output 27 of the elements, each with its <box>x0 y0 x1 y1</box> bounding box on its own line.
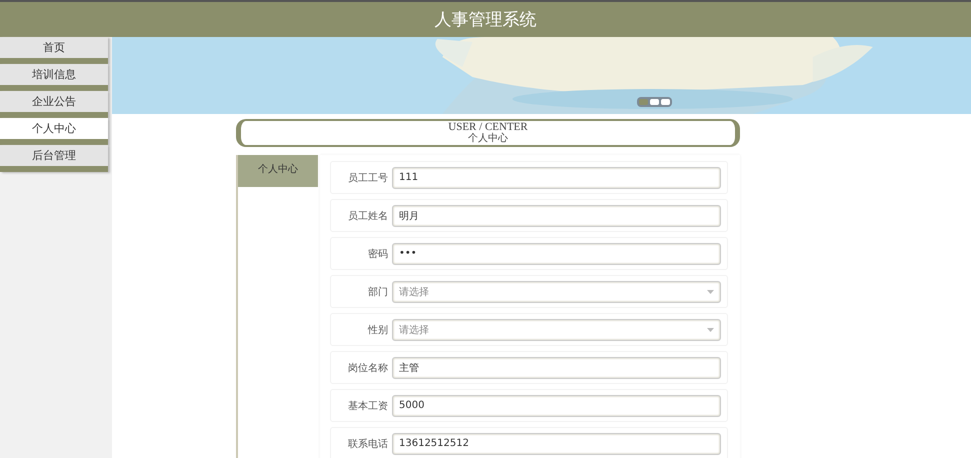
input-field[interactable]: 5000 <box>392 394 721 416</box>
input-field[interactable]: 明月 <box>392 204 721 226</box>
input-field[interactable]: 111 <box>392 166 721 188</box>
nav-item[interactable]: 培训信息 <box>0 64 108 91</box>
field-label: 联系电话 <box>347 438 388 450</box>
field-label: 部门 <box>367 286 388 298</box>
password-field[interactable]: ••• <box>392 242 721 264</box>
select-field[interactable]: 请选择 <box>392 280 721 302</box>
input-field[interactable]: 13612512512 <box>392 432 721 454</box>
app-title: 人事管理系统 <box>434 9 536 31</box>
nav-item[interactable]: 首页 <box>0 37 108 64</box>
section-title: 个人中心 <box>468 133 508 145</box>
section-title-english: USER / CENTER <box>448 121 528 133</box>
nav-item[interactable]: 后台管理 <box>0 145 108 172</box>
field-label: 员工姓名 <box>347 210 388 222</box>
caret-icon <box>707 290 714 294</box>
nav-item[interactable]: 个人中心 <box>0 118 108 145</box>
input-field[interactable]: 主管 <box>392 356 721 378</box>
side-tab[interactable]: 个人中心 <box>238 155 318 187</box>
field-label: 密码 <box>367 248 388 260</box>
select-field[interactable]: 请选择 <box>392 318 721 340</box>
field-label: 岗位名称 <box>347 362 388 374</box>
field-label: 性别 <box>366 324 388 336</box>
field-label: 基本工资 <box>347 400 388 412</box>
caret-icon <box>707 328 714 332</box>
field-label: 员工工号 <box>347 172 388 184</box>
nav-item[interactable]: 企业公告 <box>0 91 108 118</box>
